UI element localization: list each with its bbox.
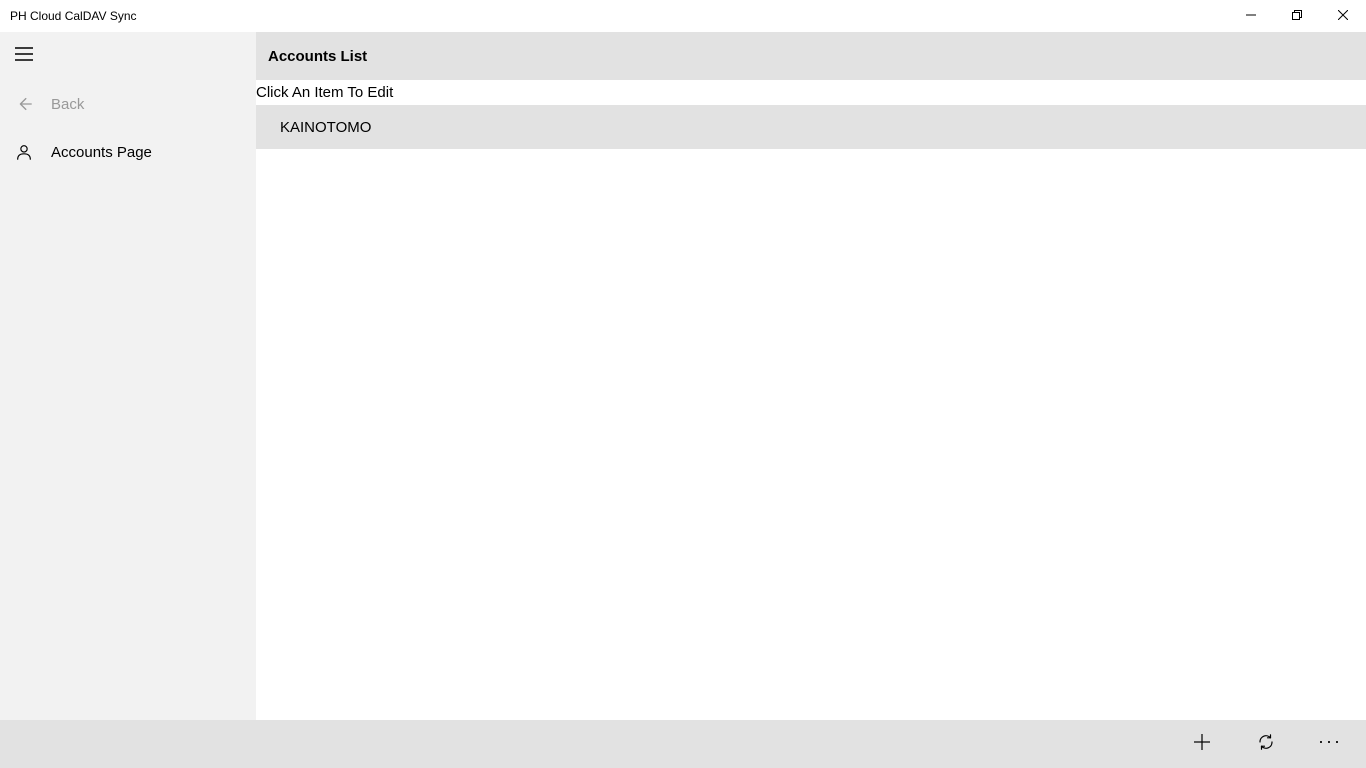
content-pane: Accounts List Click An Item To Edit KAIN… (256, 32, 1366, 720)
titlebar: PH Cloud CalDAV Sync (0, 0, 1366, 32)
close-icon (1338, 7, 1348, 25)
hamburger-button[interactable] (0, 32, 48, 80)
add-button[interactable] (1170, 720, 1234, 768)
account-list-item-label: KAINOTOMO (280, 119, 371, 136)
minimize-icon (1246, 7, 1256, 25)
sidebar: Back Accounts Page (0, 32, 256, 720)
window-controls (1228, 0, 1366, 32)
content-instruction: Click An Item To Edit (256, 80, 1366, 105)
minimize-button[interactable] (1228, 0, 1274, 32)
close-button[interactable] (1320, 0, 1366, 32)
refresh-icon (1257, 733, 1275, 756)
content-header-title: Accounts List (268, 48, 367, 65)
more-button[interactable]: ··· (1298, 720, 1362, 768)
bottom-command-bar: ··· (0, 720, 1366, 768)
maximize-icon (1292, 7, 1302, 25)
nav-accounts-label: Accounts Page (51, 144, 152, 161)
content-header: Accounts List (256, 32, 1366, 80)
hamburger-icon (15, 47, 33, 66)
nav-back: Back (0, 80, 256, 128)
refresh-button[interactable] (1234, 720, 1298, 768)
plus-icon (1193, 733, 1211, 756)
account-list-item[interactable]: KAINOTOMO (256, 105, 1366, 149)
person-icon (14, 142, 34, 162)
back-arrow-icon (14, 94, 34, 114)
main-area: Back Accounts Page Accounts List Click A… (0, 32, 1366, 720)
more-icon: ··· (1318, 732, 1342, 756)
nav-back-label: Back (51, 96, 84, 113)
nav-accounts-page[interactable]: Accounts Page (0, 128, 256, 176)
window-title: PH Cloud CalDAV Sync (10, 9, 137, 23)
maximize-button[interactable] (1274, 0, 1320, 32)
